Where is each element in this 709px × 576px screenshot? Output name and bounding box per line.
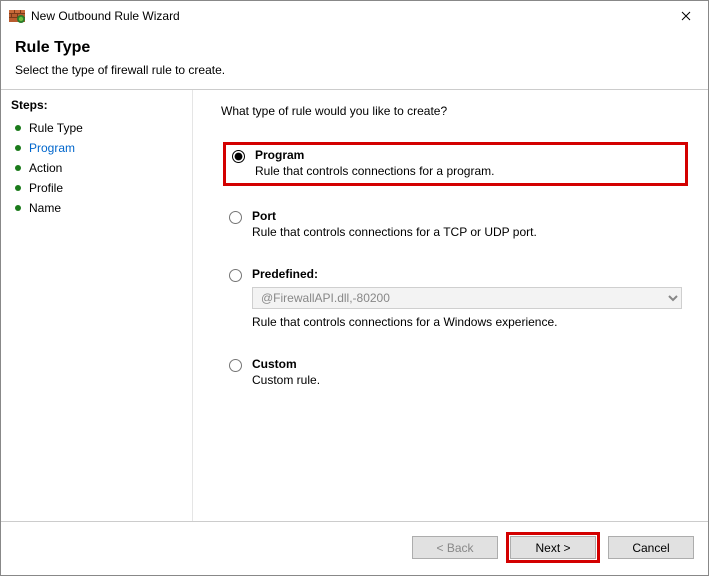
firewall-icon xyxy=(9,8,25,24)
option-program-row[interactable]: Program Rule that controls connections f… xyxy=(232,148,679,178)
step-action[interactable]: Action xyxy=(11,158,192,178)
radio-predefined[interactable] xyxy=(229,269,242,282)
step-profile[interactable]: Profile xyxy=(11,178,192,198)
radio-program[interactable] xyxy=(232,150,245,163)
option-predefined-desc: Rule that controls connections for a Win… xyxy=(252,315,682,329)
option-predefined-body: Predefined: @FirewallAPI.dll,-80200 Rule… xyxy=(252,267,682,329)
wizard-body: Steps: Rule Type Program Action Profile … xyxy=(1,90,708,521)
radio-port[interactable] xyxy=(229,211,242,224)
steps-sidebar: Steps: Rule Type Program Action Profile … xyxy=(1,90,193,521)
option-program-desc: Rule that controls connections for a pro… xyxy=(255,164,679,178)
predefined-select-wrap: @FirewallAPI.dll,-80200 xyxy=(252,287,682,309)
option-port: Port Rule that controls connections for … xyxy=(223,206,688,244)
step-bullet-icon xyxy=(15,165,21,171)
steps-title: Steps: xyxy=(11,98,192,112)
page-subtitle: Select the type of firewall rule to crea… xyxy=(15,63,694,77)
step-program[interactable]: Program xyxy=(11,138,192,158)
option-predefined-row[interactable]: Predefined: @FirewallAPI.dll,-80200 Rule… xyxy=(229,267,682,329)
option-port-title: Port xyxy=(252,209,682,223)
titlebar: New Outbound Rule Wizard xyxy=(1,1,708,31)
step-rule-type[interactable]: Rule Type xyxy=(11,118,192,138)
cancel-button[interactable]: Cancel xyxy=(608,536,694,559)
step-label: Rule Type xyxy=(29,121,83,135)
wizard-footer: < Back Next > Cancel xyxy=(1,521,708,575)
option-port-desc: Rule that controls connections for a TCP… xyxy=(252,225,682,239)
step-bullet-icon xyxy=(15,145,21,151)
rule-type-question: What type of rule would you like to crea… xyxy=(221,104,688,118)
close-button[interactable] xyxy=(663,1,708,31)
step-label: Action xyxy=(29,161,62,175)
page-title: Rule Type xyxy=(15,39,694,57)
wizard-header: Rule Type Select the type of firewall ru… xyxy=(1,31,708,89)
window-title-wrap: New Outbound Rule Wizard xyxy=(9,8,663,24)
radio-custom[interactable] xyxy=(229,359,242,372)
option-predefined: Predefined: @FirewallAPI.dll,-80200 Rule… xyxy=(223,264,688,334)
option-custom-body: Custom Custom rule. xyxy=(252,357,682,387)
option-program-body: Program Rule that controls connections f… xyxy=(255,148,679,178)
step-bullet-icon xyxy=(15,125,21,131)
option-program: Program Rule that controls connections f… xyxy=(223,142,688,186)
option-port-row[interactable]: Port Rule that controls connections for … xyxy=(229,209,682,239)
step-bullet-icon xyxy=(15,185,21,191)
step-label: Program xyxy=(29,141,75,155)
predefined-select[interactable]: @FirewallAPI.dll,-80200 xyxy=(252,287,682,309)
option-predefined-title: Predefined: xyxy=(252,267,682,281)
option-port-body: Port Rule that controls connections for … xyxy=(252,209,682,239)
step-bullet-icon xyxy=(15,205,21,211)
back-button[interactable]: < Back xyxy=(412,536,498,559)
back-button-wrap: < Back xyxy=(412,536,498,559)
step-name[interactable]: Name xyxy=(11,198,192,218)
next-button[interactable]: Next > xyxy=(510,536,596,559)
next-button-wrap: Next > xyxy=(506,532,600,563)
option-program-title: Program xyxy=(255,148,679,162)
option-custom-desc: Custom rule. xyxy=(252,373,682,387)
window-title: New Outbound Rule Wizard xyxy=(31,9,180,23)
step-label: Profile xyxy=(29,181,63,195)
rule-type-options: Program Rule that controls connections f… xyxy=(221,142,688,392)
option-custom-title: Custom xyxy=(252,357,682,371)
option-custom-row[interactable]: Custom Custom rule. xyxy=(229,357,682,387)
step-label: Name xyxy=(29,201,61,215)
main-content: What type of rule would you like to crea… xyxy=(193,90,708,521)
cancel-button-wrap: Cancel xyxy=(608,536,694,559)
option-custom: Custom Custom rule. xyxy=(223,354,688,392)
